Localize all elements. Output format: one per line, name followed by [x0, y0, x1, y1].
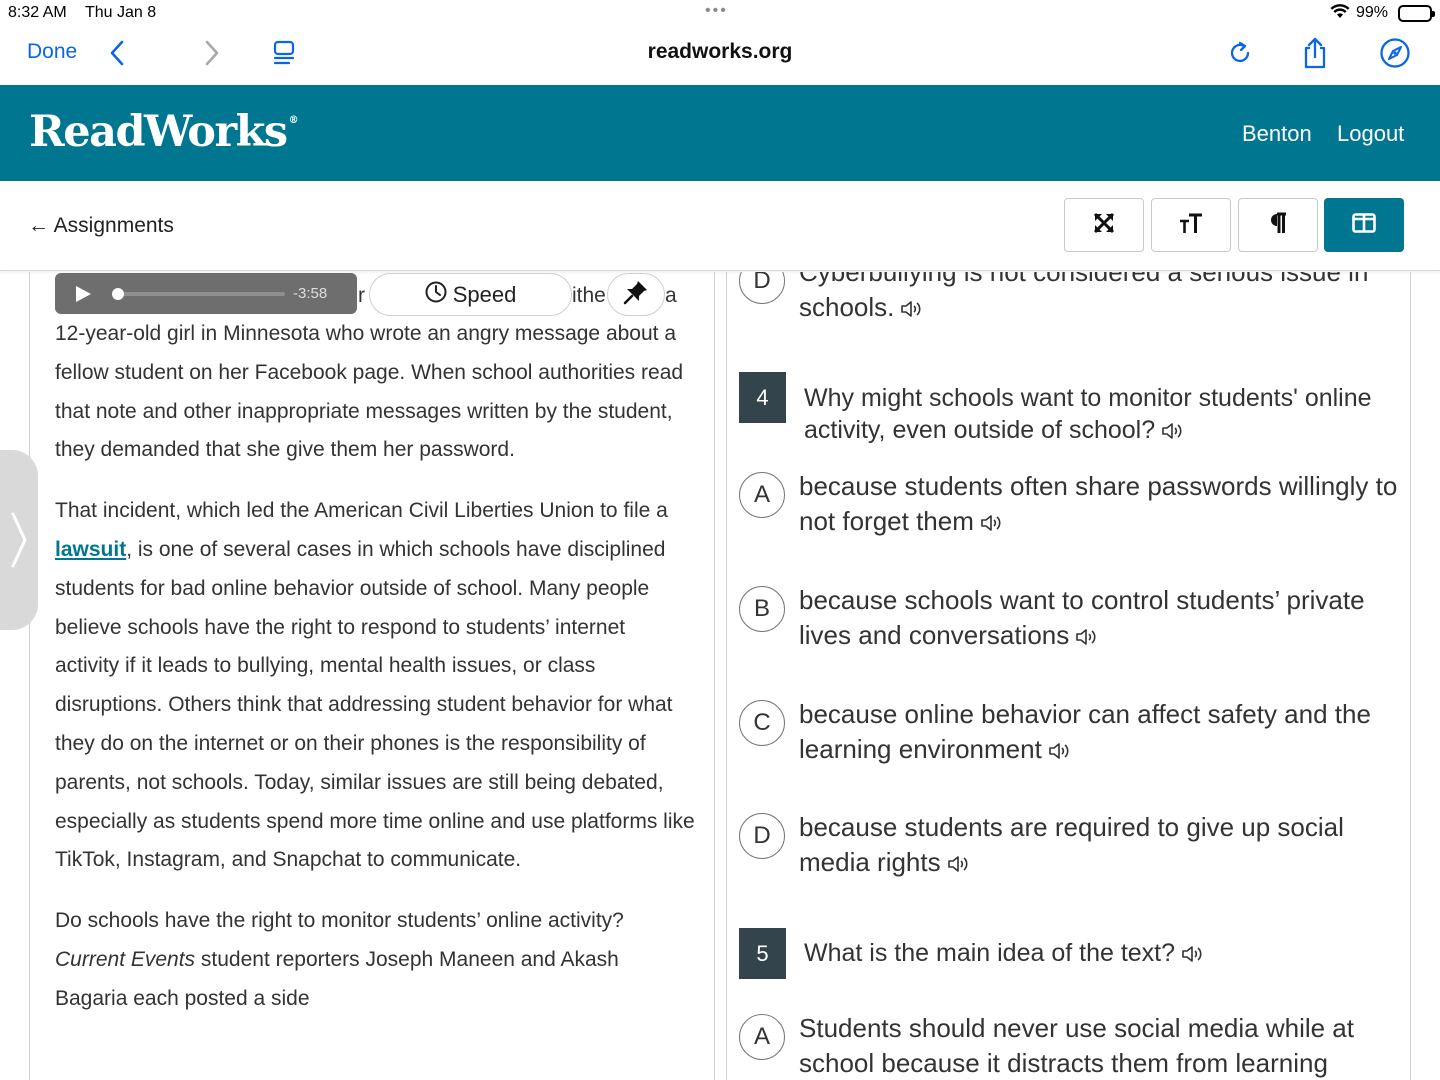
- speed-button[interactable]: Speed: [369, 273, 572, 316]
- option-letter[interactable]: C: [739, 700, 785, 746]
- option-letter[interactable]: A: [739, 472, 785, 518]
- option-letter[interactable]: D: [739, 813, 785, 859]
- clock-icon: [425, 281, 447, 309]
- speaker-icon[interactable]: [1048, 734, 1070, 769]
- lawsuit-vocab-link[interactable]: lawsuit: [55, 538, 126, 561]
- option-letter[interactable]: B: [739, 586, 785, 632]
- fullscreen-button[interactable]: [1064, 198, 1144, 252]
- article-paragraph: 12-year-old girl in Minnesota who wrote …: [55, 322, 684, 462]
- battery-percent: 99%: [1356, 4, 1389, 21]
- text-size-button[interactable]: [1151, 198, 1231, 252]
- option-text: because students often share passwords w…: [799, 469, 1399, 541]
- speaker-icon[interactable]: [900, 292, 922, 327]
- compass-icon[interactable]: [1378, 36, 1412, 70]
- paragraph-button[interactable]: [1238, 198, 1318, 252]
- expand-icon: [1093, 212, 1115, 239]
- back-chevron-icon[interactable]: [100, 36, 134, 70]
- audio-time-remaining: -3:58: [293, 285, 328, 302]
- speaker-icon[interactable]: [1161, 416, 1183, 448]
- site-header: ReadWorks ® Benton Logout: [0, 85, 1440, 181]
- reader-icon[interactable]: [267, 36, 301, 70]
- back-to-assignments-link[interactable]: ← Assignments: [28, 214, 174, 238]
- status-date: Thu Jan 8: [85, 4, 157, 21]
- pin-icon: [623, 279, 649, 310]
- option-text: Cyberbullying is not considered a seriou…: [799, 272, 1399, 327]
- share-icon[interactable]: [1298, 36, 1332, 70]
- paragraph-icon: [1268, 212, 1288, 239]
- article-paragraph: Do schools have the right to monitor stu…: [55, 909, 624, 1010]
- audio-player: -3:58: [55, 273, 357, 314]
- side-chevron-icon: [10, 512, 28, 573]
- forward-chevron-icon[interactable]: [195, 36, 229, 70]
- audio-progress-track[interactable]: [115, 292, 285, 296]
- status-bar: 8:32 AM Thu Jan 8 ••• 99%: [0, 0, 1440, 26]
- option-text: because online behavior can affect safet…: [799, 697, 1399, 769]
- browser-toolbar: Done readworks.org: [0, 26, 1440, 85]
- done-button[interactable]: Done: [27, 40, 77, 64]
- speaker-icon[interactable]: [980, 506, 1002, 541]
- battery-icon: [1398, 5, 1435, 22]
- side-drawer-tab[interactable]: [0, 450, 38, 630]
- option-text: Students should never use social media w…: [799, 1013, 1354, 1078]
- option-letter[interactable]: D: [739, 272, 785, 304]
- status-time: 8:32 AM: [8, 4, 67, 21]
- url-field[interactable]: readworks.org: [648, 40, 793, 63]
- article-paragraph: That incident, which led the American Ci…: [55, 499, 695, 872]
- option-text: because students are required to give up…: [799, 810, 1399, 882]
- text-size-icon: [1179, 212, 1203, 239]
- speed-label: Speed: [452, 281, 517, 307]
- audio-progress-knob[interactable]: [112, 288, 124, 300]
- article-text: 12-year-old girl in Minnesota who wrote …: [55, 315, 695, 1041]
- wifi-icon: [1330, 3, 1350, 24]
- speaker-icon[interactable]: [947, 847, 969, 882]
- logout-link[interactable]: Logout: [1337, 121, 1404, 147]
- split-view-icon: [1352, 212, 1376, 238]
- assignment-toolbar: ← Assignments: [0, 181, 1440, 271]
- speaker-icon[interactable]: [1181, 939, 1203, 971]
- pin-button[interactable]: [607, 273, 665, 316]
- question-number: 5: [739, 928, 786, 979]
- question-number: 4: [739, 372, 786, 423]
- option-text: because schools want to control students…: [799, 583, 1399, 655]
- split-view-button[interactable]: [1324, 198, 1404, 252]
- multitask-dots[interactable]: •••: [705, 2, 728, 20]
- readworks-logo[interactable]: ReadWorks ®: [29, 107, 299, 157]
- speaker-icon[interactable]: [1075, 620, 1097, 655]
- question-text: What is the main idea of the text?: [804, 937, 1410, 971]
- questions-panel[interactable]: D Cyberbullying is not considered a seri…: [726, 272, 1411, 1080]
- play-icon[interactable]: [76, 286, 91, 302]
- option-letter[interactable]: A: [739, 1014, 785, 1060]
- reload-icon[interactable]: [1223, 36, 1257, 70]
- user-link[interactable]: Benton: [1242, 121, 1312, 147]
- question-text: Why might schools want to monitor studen…: [804, 382, 1410, 448]
- article-panel[interactable]: r ithe a 12-year-old girl in Minnesota w…: [29, 272, 715, 1080]
